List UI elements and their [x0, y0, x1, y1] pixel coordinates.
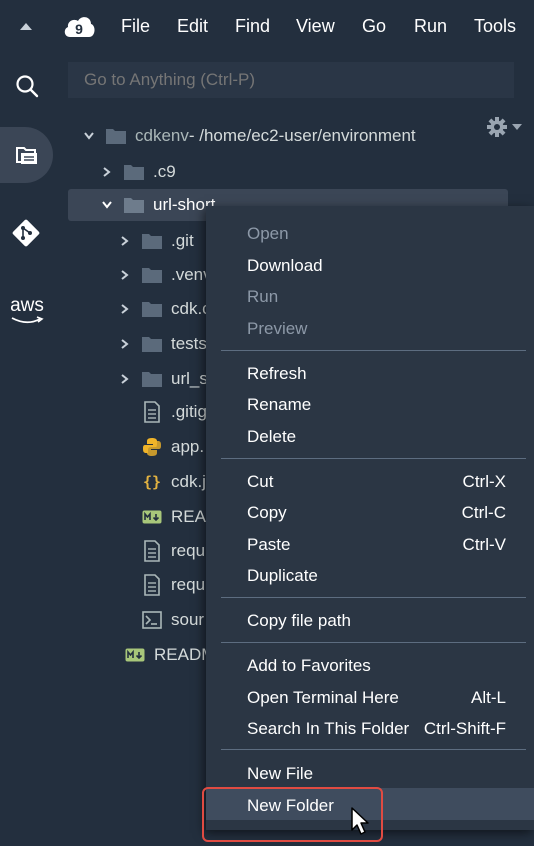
menu-item-copy[interactable]: Copy	[247, 503, 287, 523]
menu-run[interactable]: Run	[414, 16, 447, 37]
search-icon[interactable]	[12, 71, 42, 101]
chevron-right-icon	[100, 167, 114, 177]
tree-item-label: requ	[171, 541, 206, 560]
tree-item-readme-root[interactable]: READM	[124, 639, 215, 671]
text-file-icon	[141, 540, 163, 562]
mouse-pointer-icon	[350, 806, 372, 841]
menu-edit[interactable]: Edit	[177, 16, 208, 37]
shortcut-copy: Ctrl-C	[461, 503, 506, 522]
go-to-anything-input[interactable]	[68, 62, 514, 98]
tree-item-requirements-dev[interactable]: requ	[141, 569, 205, 601]
tree-item-git[interactable]: .git	[118, 225, 194, 257]
chevron-right-icon	[118, 339, 132, 349]
menu-find[interactable]: Find	[235, 16, 270, 37]
tree-item-label: cdk.c	[171, 299, 211, 318]
menu-item-refresh[interactable]: Refresh	[247, 364, 307, 384]
menu-item-paste[interactable]: Paste	[247, 535, 290, 555]
text-file-icon	[141, 401, 163, 423]
menu-item-new-file[interactable]: New File	[247, 764, 313, 784]
markdown-file-icon	[141, 510, 163, 524]
menu-go[interactable]: Go	[362, 16, 386, 37]
folder-icon	[141, 266, 163, 284]
tree-item-source-bat[interactable]: sour	[141, 604, 204, 636]
menu-item-preview[interactable]: Preview	[247, 319, 307, 339]
chevron-right-icon	[118, 270, 132, 280]
menu-item-cut[interactable]: Cut	[247, 472, 273, 492]
aws-toolkit-button[interactable]: aws	[4, 290, 50, 330]
tree-root-name: cdkenv	[135, 126, 189, 145]
tree-item-cdk-json[interactable]: {} cdk.j	[141, 466, 206, 498]
tree-item-label: tests	[171, 334, 207, 353]
chevron-down-icon	[82, 132, 96, 140]
shortcut-cut: Ctrl-X	[462, 472, 506, 491]
cloud9-logo-icon[interactable]: 9	[62, 13, 96, 46]
menu-view[interactable]: View	[296, 16, 335, 37]
tree-item-cdk-out[interactable]: cdk.c	[118, 293, 211, 325]
tree-item-gitignore[interactable]: .gitig	[141, 396, 207, 428]
folder-icon	[141, 300, 163, 318]
menubar: 9 File Edit Find View Go Run Tools	[0, 0, 534, 54]
tree-item-app-py[interactable]: app.	[141, 431, 204, 463]
git-icon[interactable]	[8, 215, 44, 251]
tree-item-label: REA	[171, 507, 206, 526]
tree-item-label: .git	[171, 231, 194, 250]
folder-icon	[141, 335, 163, 353]
menu-separator	[221, 458, 526, 459]
menu-item-duplicate[interactable]: Duplicate	[247, 566, 318, 586]
shortcut-paste: Ctrl-V	[462, 535, 506, 554]
menu-separator	[221, 597, 526, 598]
tree-item-label: url_s	[171, 369, 208, 388]
tree-item-requirements[interactable]: requ	[141, 535, 205, 567]
json-file-icon: {}	[142, 473, 162, 491]
menu-item-delete[interactable]: Delete	[247, 427, 296, 447]
chevron-down-icon	[100, 201, 114, 209]
folder-icon	[123, 163, 145, 181]
tree-item-label: .c9	[153, 162, 176, 181]
folder-icon	[105, 127, 127, 145]
tree-item-c9[interactable]: .c9	[100, 156, 176, 188]
tree-item-url-shortener[interactable]: url_s	[118, 363, 208, 395]
tree-item-venv[interactable]: .venv	[118, 259, 212, 291]
menu-separator	[221, 642, 526, 643]
tree-item-readme-inner[interactable]: REA	[141, 501, 206, 533]
python-file-icon	[141, 437, 163, 457]
aws-logo: aws	[10, 295, 44, 316]
tree-item-label: .gitig	[171, 402, 207, 421]
folder-icon	[123, 196, 145, 214]
tree-item-tests[interactable]: tests	[118, 328, 207, 360]
menu-item-add-to-favorites[interactable]: Add to Favorites	[247, 656, 371, 676]
tree-item-label: sour	[171, 610, 205, 629]
menu-item-copy-file-path[interactable]: Copy file path	[247, 611, 351, 631]
menu-item-rename[interactable]: Rename	[247, 395, 311, 415]
menu-file[interactable]: File	[121, 16, 150, 37]
menu-tools[interactable]: Tools	[474, 16, 516, 37]
folder-icon	[141, 232, 163, 250]
gear-icon[interactable]	[486, 115, 524, 144]
context-menu: Open Download Run Preview Refresh Rename…	[206, 206, 534, 830]
menu-item-open-terminal[interactable]: Open Terminal Here	[247, 688, 399, 708]
tree-root[interactable]: cdkenv - /home/ec2-user/environment	[82, 120, 416, 152]
collapse-menu-icon[interactable]	[17, 18, 35, 41]
menu-separator	[221, 749, 526, 750]
tree-root-path: - /home/ec2-user/environment	[188, 126, 416, 145]
svg-text:9: 9	[75, 21, 83, 37]
shortcut-open-terminal: Alt-L	[471, 688, 506, 707]
text-file-icon	[141, 574, 163, 596]
tree-item-label: requ	[171, 575, 206, 594]
chevron-right-icon	[118, 374, 132, 384]
tree-item-label: cdk.j	[171, 472, 206, 491]
menu-item-download[interactable]: Download	[247, 256, 323, 276]
terminal-file-icon	[141, 611, 163, 629]
menu-item-open[interactable]: Open	[247, 224, 289, 244]
shortcut-search-in-folder: Ctrl-Shift-F	[423, 719, 506, 738]
menu-item-run[interactable]: Run	[247, 287, 278, 307]
folder-icon	[141, 370, 163, 388]
folder-files-icon	[15, 144, 39, 166]
chevron-right-icon	[118, 304, 132, 314]
menu-separator	[221, 350, 526, 351]
menu-item-search-in-folder[interactable]: Search In This Folder	[247, 719, 409, 739]
chevron-right-icon	[118, 236, 132, 246]
tree-item-label: app.	[171, 437, 205, 456]
markdown-file-icon	[124, 648, 146, 662]
